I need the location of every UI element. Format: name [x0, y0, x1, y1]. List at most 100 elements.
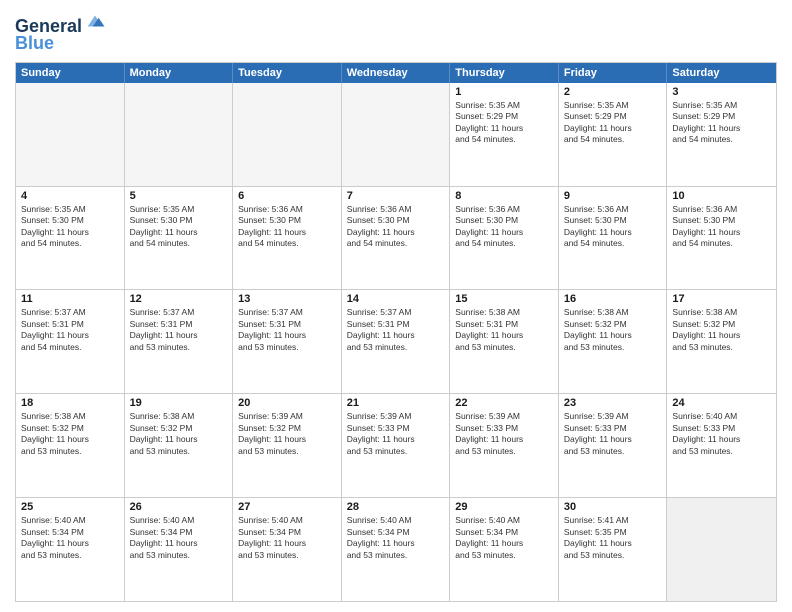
- day-number: 20: [238, 397, 336, 409]
- calendar-cell: 10 Sunrise: 5:36 AMSunset: 5:30 PMDaylig…: [667, 187, 776, 290]
- calendar-row-1: 4 Sunrise: 5:35 AMSunset: 5:30 PMDayligh…: [16, 186, 776, 290]
- weekday-header-monday: Monday: [125, 63, 234, 83]
- calendar-cell: 25 Sunrise: 5:40 AMSunset: 5:34 PMDaylig…: [16, 498, 125, 601]
- calendar-cell: 13 Sunrise: 5:37 AMSunset: 5:31 PMDaylig…: [233, 290, 342, 393]
- cell-content: Sunrise: 5:36 AMSunset: 5:30 PMDaylight:…: [564, 204, 662, 250]
- weekday-header-wednesday: Wednesday: [342, 63, 451, 83]
- calendar-cell: 19 Sunrise: 5:38 AMSunset: 5:32 PMDaylig…: [125, 394, 234, 497]
- calendar-cell: [342, 83, 451, 186]
- cell-content: Sunrise: 5:40 AMSunset: 5:34 PMDaylight:…: [238, 515, 336, 561]
- calendar-cell: 3 Sunrise: 5:35 AMSunset: 5:29 PMDayligh…: [667, 83, 776, 186]
- cell-content: Sunrise: 5:41 AMSunset: 5:35 PMDaylight:…: [564, 515, 662, 561]
- weekday-header-sunday: Sunday: [16, 63, 125, 83]
- cell-content: Sunrise: 5:36 AMSunset: 5:30 PMDaylight:…: [672, 204, 771, 250]
- cell-content: Sunrise: 5:37 AMSunset: 5:31 PMDaylight:…: [347, 307, 445, 353]
- calendar-cell: 11 Sunrise: 5:37 AMSunset: 5:31 PMDaylig…: [16, 290, 125, 393]
- calendar-row-4: 25 Sunrise: 5:40 AMSunset: 5:34 PMDaylig…: [16, 497, 776, 601]
- calendar-cell: 20 Sunrise: 5:39 AMSunset: 5:32 PMDaylig…: [233, 394, 342, 497]
- calendar-cell: 5 Sunrise: 5:35 AMSunset: 5:30 PMDayligh…: [125, 187, 234, 290]
- logo-blue: Blue: [15, 33, 54, 54]
- weekday-header-thursday: Thursday: [450, 63, 559, 83]
- cell-content: Sunrise: 5:38 AMSunset: 5:32 PMDaylight:…: [130, 411, 228, 457]
- cell-content: Sunrise: 5:36 AMSunset: 5:30 PMDaylight:…: [455, 204, 553, 250]
- weekday-header-friday: Friday: [559, 63, 668, 83]
- calendar-cell: 12 Sunrise: 5:37 AMSunset: 5:31 PMDaylig…: [125, 290, 234, 393]
- calendar-row-3: 18 Sunrise: 5:38 AMSunset: 5:32 PMDaylig…: [16, 393, 776, 497]
- day-number: 17: [672, 293, 771, 305]
- cell-content: Sunrise: 5:35 AMSunset: 5:30 PMDaylight:…: [130, 204, 228, 250]
- day-number: 13: [238, 293, 336, 305]
- cell-content: Sunrise: 5:38 AMSunset: 5:31 PMDaylight:…: [455, 307, 553, 353]
- cell-content: Sunrise: 5:37 AMSunset: 5:31 PMDaylight:…: [130, 307, 228, 353]
- cell-content: Sunrise: 5:40 AMSunset: 5:34 PMDaylight:…: [21, 515, 119, 561]
- day-number: 3: [672, 86, 771, 98]
- calendar-cell: 1 Sunrise: 5:35 AMSunset: 5:29 PMDayligh…: [450, 83, 559, 186]
- calendar-cell: 23 Sunrise: 5:39 AMSunset: 5:33 PMDaylig…: [559, 394, 668, 497]
- day-number: 11: [21, 293, 119, 305]
- day-number: 25: [21, 501, 119, 513]
- logo-icon: [84, 10, 106, 32]
- calendar-cell: 21 Sunrise: 5:39 AMSunset: 5:33 PMDaylig…: [342, 394, 451, 497]
- day-number: 26: [130, 501, 228, 513]
- cell-content: Sunrise: 5:39 AMSunset: 5:32 PMDaylight:…: [238, 411, 336, 457]
- calendar-cell: 16 Sunrise: 5:38 AMSunset: 5:32 PMDaylig…: [559, 290, 668, 393]
- day-number: 9: [564, 190, 662, 202]
- day-number: 12: [130, 293, 228, 305]
- logo: General Blue: [15, 10, 106, 54]
- calendar-cell: 22 Sunrise: 5:39 AMSunset: 5:33 PMDaylig…: [450, 394, 559, 497]
- calendar-row-2: 11 Sunrise: 5:37 AMSunset: 5:31 PMDaylig…: [16, 289, 776, 393]
- weekday-header-tuesday: Tuesday: [233, 63, 342, 83]
- cell-content: Sunrise: 5:40 AMSunset: 5:33 PMDaylight:…: [672, 411, 771, 457]
- cell-content: Sunrise: 5:38 AMSunset: 5:32 PMDaylight:…: [672, 307, 771, 353]
- day-number: 15: [455, 293, 553, 305]
- calendar-cell: 6 Sunrise: 5:36 AMSunset: 5:30 PMDayligh…: [233, 187, 342, 290]
- cell-content: Sunrise: 5:35 AMSunset: 5:29 PMDaylight:…: [672, 100, 771, 146]
- cell-content: Sunrise: 5:35 AMSunset: 5:29 PMDaylight:…: [564, 100, 662, 146]
- day-number: 28: [347, 501, 445, 513]
- day-number: 18: [21, 397, 119, 409]
- day-number: 30: [564, 501, 662, 513]
- calendar-header: SundayMondayTuesdayWednesdayThursdayFrid…: [16, 63, 776, 83]
- calendar-cell: 24 Sunrise: 5:40 AMSunset: 5:33 PMDaylig…: [667, 394, 776, 497]
- calendar-cell: [125, 83, 234, 186]
- page: General Blue SundayMondayTuesdayWednesda…: [0, 0, 792, 612]
- calendar-cell: [233, 83, 342, 186]
- calendar-cell: 18 Sunrise: 5:38 AMSunset: 5:32 PMDaylig…: [16, 394, 125, 497]
- day-number: 10: [672, 190, 771, 202]
- calendar-row-0: 1 Sunrise: 5:35 AMSunset: 5:29 PMDayligh…: [16, 83, 776, 186]
- calendar-cell: 28 Sunrise: 5:40 AMSunset: 5:34 PMDaylig…: [342, 498, 451, 601]
- cell-content: Sunrise: 5:40 AMSunset: 5:34 PMDaylight:…: [130, 515, 228, 561]
- weekday-header-saturday: Saturday: [667, 63, 776, 83]
- cell-content: Sunrise: 5:39 AMSunset: 5:33 PMDaylight:…: [347, 411, 445, 457]
- day-number: 19: [130, 397, 228, 409]
- calendar-cell: 14 Sunrise: 5:37 AMSunset: 5:31 PMDaylig…: [342, 290, 451, 393]
- cell-content: Sunrise: 5:39 AMSunset: 5:33 PMDaylight:…: [564, 411, 662, 457]
- calendar-cell: 26 Sunrise: 5:40 AMSunset: 5:34 PMDaylig…: [125, 498, 234, 601]
- day-number: 6: [238, 190, 336, 202]
- calendar-cell: 15 Sunrise: 5:38 AMSunset: 5:31 PMDaylig…: [450, 290, 559, 393]
- day-number: 4: [21, 190, 119, 202]
- calendar-cell: 29 Sunrise: 5:40 AMSunset: 5:34 PMDaylig…: [450, 498, 559, 601]
- calendar-cell: 7 Sunrise: 5:36 AMSunset: 5:30 PMDayligh…: [342, 187, 451, 290]
- day-number: 22: [455, 397, 553, 409]
- calendar-cell: [16, 83, 125, 186]
- day-number: 7: [347, 190, 445, 202]
- header: General Blue: [15, 10, 777, 54]
- day-number: 27: [238, 501, 336, 513]
- calendar-cell: 8 Sunrise: 5:36 AMSunset: 5:30 PMDayligh…: [450, 187, 559, 290]
- cell-content: Sunrise: 5:40 AMSunset: 5:34 PMDaylight:…: [347, 515, 445, 561]
- day-number: 2: [564, 86, 662, 98]
- cell-content: Sunrise: 5:40 AMSunset: 5:34 PMDaylight:…: [455, 515, 553, 561]
- day-number: 24: [672, 397, 771, 409]
- cell-content: Sunrise: 5:35 AMSunset: 5:30 PMDaylight:…: [21, 204, 119, 250]
- cell-content: Sunrise: 5:38 AMSunset: 5:32 PMDaylight:…: [564, 307, 662, 353]
- cell-content: Sunrise: 5:39 AMSunset: 5:33 PMDaylight:…: [455, 411, 553, 457]
- calendar-body: 1 Sunrise: 5:35 AMSunset: 5:29 PMDayligh…: [16, 83, 776, 601]
- calendar-cell: [667, 498, 776, 601]
- cell-content: Sunrise: 5:35 AMSunset: 5:29 PMDaylight:…: [455, 100, 553, 146]
- day-number: 29: [455, 501, 553, 513]
- calendar-cell: 17 Sunrise: 5:38 AMSunset: 5:32 PMDaylig…: [667, 290, 776, 393]
- calendar-cell: 2 Sunrise: 5:35 AMSunset: 5:29 PMDayligh…: [559, 83, 668, 186]
- day-number: 16: [564, 293, 662, 305]
- day-number: 14: [347, 293, 445, 305]
